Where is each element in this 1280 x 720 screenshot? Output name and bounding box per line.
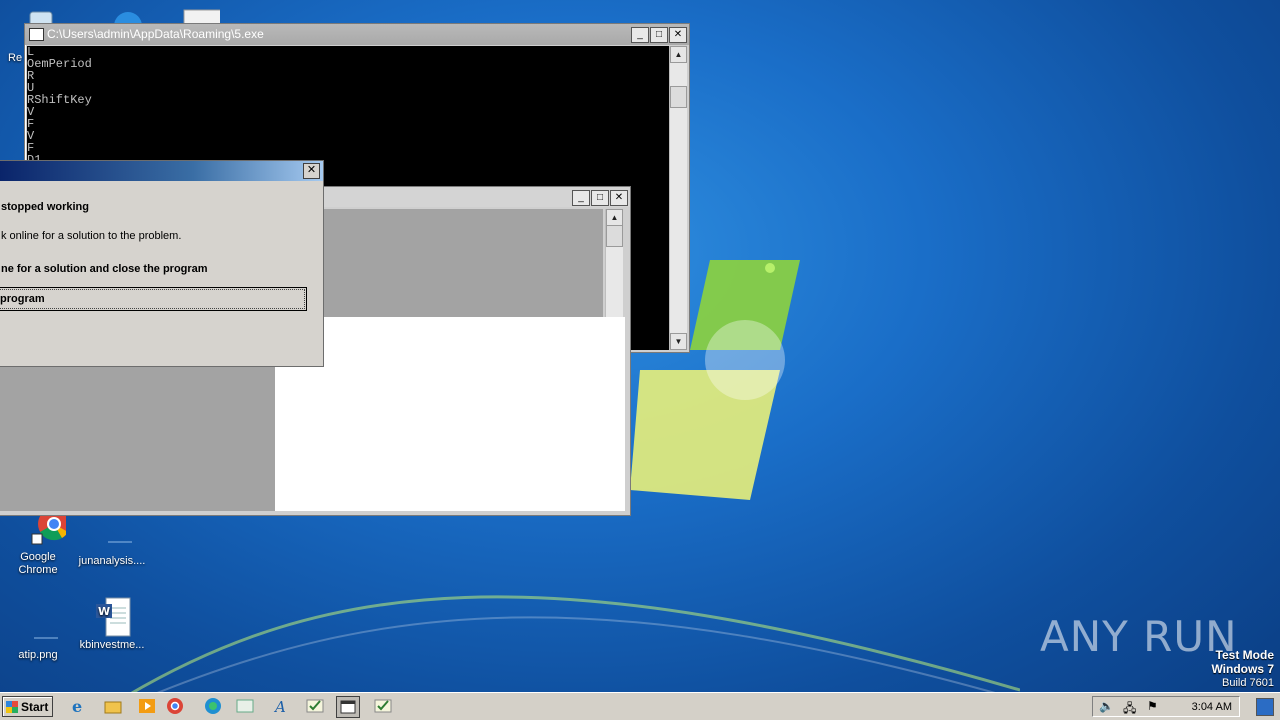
flag-icon[interactable]: ⚑ [1147, 699, 1158, 713]
desktop-icon-label: Google Chrome [18, 551, 58, 576]
console-title-bar[interactable]: C:\Users\admin\AppData\Roaming\5.exe _ □… [25, 24, 689, 45]
console-line: V [27, 129, 35, 143]
test-mode-label: Test Mode [1215, 648, 1274, 662]
console-line: U [27, 81, 35, 95]
desktop-icon-google-chrome[interactable]: Google Chrome [0, 508, 76, 577]
desktop-icon-label: junanalysis.... [78, 555, 146, 567]
file-icon [92, 512, 152, 552]
network-icon[interactable]: 🖧 [1123, 699, 1136, 720]
desktop-swoosh [120, 595, 1020, 700]
close-button[interactable]: ✕ [610, 190, 628, 206]
svg-text:W: W [98, 605, 110, 618]
console-line: V [27, 105, 35, 119]
watermark-text: ANY RUN [1040, 612, 1238, 661]
windows-flag-icon [6, 701, 18, 713]
svg-text:A: A [273, 698, 286, 716]
clock[interactable]: 3:04 AM [1192, 701, 1232, 713]
scroll-up-button[interactable]: ▲ [606, 209, 623, 226]
console-app-icon[interactable] [336, 696, 360, 718]
checkmark-app-icon[interactable] [372, 696, 396, 718]
minimize-button[interactable]: _ [572, 190, 590, 206]
scroll-up-button[interactable]: ▲ [670, 46, 687, 63]
show-desktop-icon[interactable] [1256, 698, 1274, 716]
dialog-close-button[interactable]: ✕ [303, 163, 320, 179]
desktop-icon-label: kbinvestme... [79, 639, 145, 651]
console-line: R [27, 69, 35, 83]
console-scrollbar[interactable]: ▲ ▼ [669, 46, 687, 350]
anyrun-watermark: ANY RUN [1040, 612, 1238, 661]
dialog-title-bar[interactable]: ✕ [0, 161, 323, 181]
ie-icon[interactable]: e [68, 696, 92, 718]
minimize-button[interactable]: _ [631, 27, 649, 43]
desktop-icon-atip[interactable]: atip.png [0, 606, 78, 662]
font-icon[interactable]: A [270, 696, 294, 718]
error-dialog[interactable]: ✕ stopped working k online for a solutio… [0, 160, 324, 367]
desktop-icon-kbinvestme[interactable]: W kbinvestme... [74, 596, 150, 652]
test-mode-notice: Test Mode Windows 7 Build 7601 [1211, 648, 1274, 690]
start-button[interactable]: Start [2, 696, 53, 717]
scroll-down-button[interactable]: ▼ [670, 333, 687, 350]
console-line: RShiftKey [27, 93, 92, 107]
maximize-button[interactable]: □ [650, 27, 668, 43]
dialog-heading: stopped working [1, 201, 89, 213]
console-line: L [27, 46, 35, 59]
media-player-icon[interactable] [136, 696, 160, 718]
console-line: OemPeriod [27, 57, 92, 71]
dialog-option-label: ne for a solution and close the program [1, 263, 208, 275]
scroll-thumb[interactable] [606, 225, 623, 247]
app-icon[interactable] [234, 696, 258, 718]
console-app-icon [29, 28, 44, 41]
os-label: Windows 7 [1211, 662, 1274, 676]
explorer-icon[interactable] [102, 696, 126, 718]
image-file-icon [18, 606, 78, 646]
close-program-label: program [0, 293, 45, 305]
focus-ring [0, 289, 305, 309]
dialog-message: k online for a solution to the problem. [1, 230, 182, 242]
checkmark-app-icon[interactable] [304, 696, 328, 718]
content-area [275, 317, 625, 511]
maximize-button[interactable]: □ [591, 190, 609, 206]
word-doc-icon: W [92, 596, 132, 637]
close-button[interactable]: ✕ [669, 27, 687, 43]
close-program-button[interactable]: program [0, 287, 307, 311]
console-window-controls: _ □ ✕ [631, 27, 687, 43]
speaker-icon[interactable]: 🔈 [1099, 699, 1114, 713]
console-line: F [27, 141, 35, 155]
start-label: Start [21, 700, 49, 714]
edge-icon[interactable] [202, 696, 226, 718]
console-title: C:\Users\admin\AppData\Roaming\5.exe [47, 27, 264, 41]
build-label: Build 7601 [1222, 677, 1274, 689]
desktop-icon-junanalysis[interactable]: junanalysis.... [74, 512, 152, 568]
secondary-scrollbar[interactable]: ▲ [605, 209, 623, 317]
svg-text:e: e [72, 697, 82, 716]
scroll-thumb[interactable] [670, 86, 687, 108]
console-line: F [27, 117, 35, 131]
chrome-taskbar-icon[interactable] [164, 696, 188, 718]
taskbar: Start e A 🔈 🖧 ⚑ 3:04 AM [0, 692, 1280, 720]
secondary-window-controls: _ □ ✕ [572, 190, 628, 206]
desktop-icon-label: atip.png [18, 649, 58, 661]
